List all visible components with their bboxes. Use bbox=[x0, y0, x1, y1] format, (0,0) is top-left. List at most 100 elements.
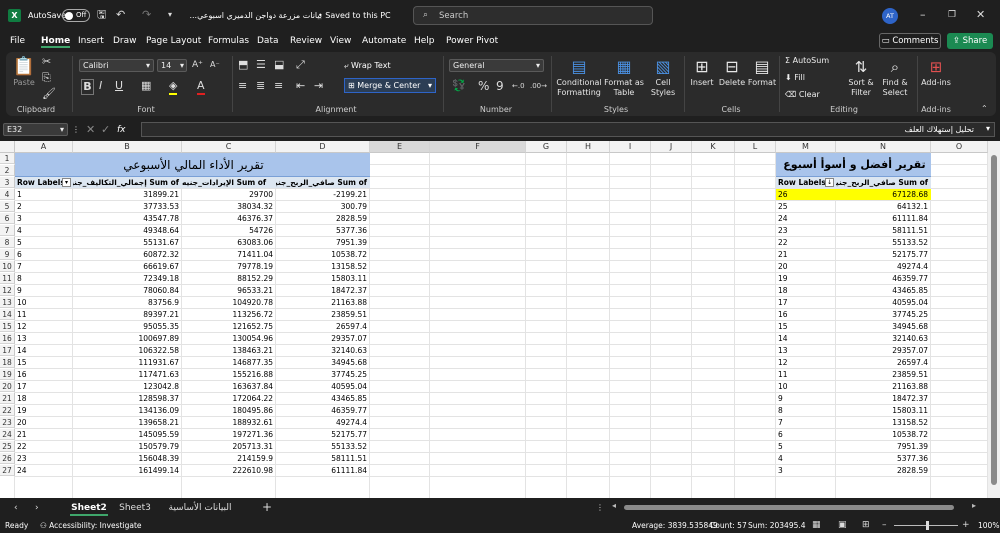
pivot1-revenue-cell[interactable]: 96533.21 bbox=[182, 285, 276, 296]
share-button[interactable]: ⇪ Share bbox=[947, 33, 993, 49]
redo-icon[interactable]: ↷ bbox=[142, 8, 151, 22]
pivot2-profit-cell[interactable]: 49274.4 bbox=[836, 261, 931, 272]
font-size-select[interactable]: 14 ▾ bbox=[157, 59, 187, 72]
pivot1-row-label[interactable]: 8 bbox=[15, 273, 73, 284]
pivot1-profit-cell[interactable]: 32140.63 bbox=[276, 345, 370, 356]
row-header-8[interactable]: 8 bbox=[0, 237, 15, 248]
currency-icon[interactable]: 💱 bbox=[452, 79, 466, 93]
pivot1-cost-cell[interactable]: 55131.67 bbox=[73, 237, 182, 248]
pivot1-revenue-cell[interactable]: 155216.88 bbox=[182, 369, 276, 380]
format-cells-button[interactable]: ▤ Format bbox=[747, 56, 777, 88]
column-header-m[interactable]: M bbox=[776, 141, 836, 153]
pivot1-profit-cell[interactable]: 5377.36 bbox=[276, 225, 370, 236]
pivot2-profit-cell[interactable]: 61111.84 bbox=[836, 213, 931, 224]
fill-button[interactable]: ⬇ Fill bbox=[785, 73, 805, 82]
pivot1-revenue-cell[interactable]: 163637.84 bbox=[182, 381, 276, 392]
ribbon-tab-file[interactable]: File bbox=[10, 36, 25, 46]
pivot2-profit-cell[interactable]: 67128.68 bbox=[836, 189, 931, 200]
pivot1-row-label[interactable]: 23 bbox=[15, 453, 73, 464]
pivot2-row-label[interactable]: 20 bbox=[776, 261, 836, 272]
collapse-ribbon-icon[interactable]: ⌃ bbox=[981, 102, 988, 116]
pivot1-row-label[interactable]: 17 bbox=[15, 381, 73, 392]
pivot2-profit-cell[interactable]: 23859.51 bbox=[836, 369, 931, 380]
find-select-button[interactable]: ⌕ Find & Select bbox=[879, 56, 911, 98]
row-header-20[interactable]: 20 bbox=[0, 381, 15, 392]
conditional-formatting-button[interactable]: ▤ Conditional Formatting bbox=[556, 56, 602, 98]
pivot1-cost-cell[interactable]: 72349.18 bbox=[73, 273, 182, 284]
row-header-25[interactable]: 25 bbox=[0, 441, 15, 452]
pivot1-profit-cell[interactable]: 46359.77 bbox=[276, 405, 370, 416]
pivot1-row-label[interactable]: 1 bbox=[15, 189, 73, 200]
next-sheet-icon[interactable]: › bbox=[35, 501, 39, 515]
column-header-o[interactable]: O bbox=[931, 141, 988, 153]
row-header-14[interactable]: 14 bbox=[0, 309, 15, 320]
row-header-3[interactable]: 3 bbox=[0, 177, 15, 188]
pivot1-row-label[interactable]: 21 bbox=[15, 429, 73, 440]
row-header-21[interactable]: 21 bbox=[0, 393, 15, 404]
pivot1-revenue-cell[interactable]: 180495.86 bbox=[182, 405, 276, 416]
pivot1-cost-cell[interactable]: 43547.78 bbox=[73, 213, 182, 224]
ribbon-tab-automate[interactable]: Automate bbox=[362, 36, 406, 46]
pivot2-profit-cell[interactable]: 18472.37 bbox=[836, 393, 931, 404]
column-header-d[interactable]: D bbox=[276, 141, 370, 153]
decrease-decimal-icon[interactable]: .00→ bbox=[530, 79, 547, 93]
pivot2-profit-cell[interactable]: 2828.59 bbox=[836, 465, 931, 476]
pivot1-header-costs[interactable]: Sum of إجمالي_التكاليف_جنيه bbox=[73, 177, 182, 188]
align-left-icon[interactable]: ≡ bbox=[238, 79, 247, 93]
row-header-9[interactable]: 9 bbox=[0, 249, 15, 260]
pivot1-cost-cell[interactable]: 66619.67 bbox=[73, 261, 182, 272]
row-header-1[interactable]: 1 bbox=[0, 153, 15, 164]
comments-button[interactable]: ▭ Comments bbox=[879, 33, 941, 49]
select-all-corner[interactable] bbox=[0, 141, 15, 153]
pivot1-profit-cell[interactable]: 37745.25 bbox=[276, 369, 370, 380]
close-icon[interactable]: ✕ bbox=[976, 8, 985, 22]
h-scroll-thumb[interactable] bbox=[624, 505, 954, 510]
column-header-f[interactable]: F bbox=[430, 141, 526, 153]
accessibility-status[interactable]: ⚇ Accessibility: Investigate bbox=[40, 521, 142, 530]
pivot1-revenue-cell[interactable]: 222610.98 bbox=[182, 465, 276, 476]
format-as-table-button[interactable]: ▦ Format as Table bbox=[604, 56, 644, 98]
pivot2-row-label[interactable]: 15 bbox=[776, 321, 836, 332]
increase-font-icon[interactable]: A⁺ bbox=[192, 58, 203, 72]
pivot2-profit-cell[interactable]: 10538.72 bbox=[836, 429, 931, 440]
pivot1-header-revenue[interactable]: Sum of الإيرادات_جنيه bbox=[182, 177, 276, 188]
pivot2-row-label[interactable]: 14 bbox=[776, 333, 836, 344]
pivot2-profit-cell[interactable]: 52175.77 bbox=[836, 249, 931, 260]
pivot2-row-label[interactable]: 18 bbox=[776, 285, 836, 296]
pivot1-revenue-cell[interactable]: 188932.61 bbox=[182, 417, 276, 428]
pivot2-row-label[interactable]: 11 bbox=[776, 369, 836, 380]
pivot2-row-label[interactable]: 21 bbox=[776, 249, 836, 260]
ribbon-tab-review[interactable]: Review bbox=[290, 36, 322, 46]
pivot2-profit-cell[interactable]: 13158.52 bbox=[836, 417, 931, 428]
zoom-slider-thumb[interactable] bbox=[926, 521, 929, 530]
confirm-formula-icon[interactable]: ✓ bbox=[101, 123, 110, 137]
indent-decrease-icon[interactable]: ⇤ bbox=[296, 79, 305, 93]
pivot1-revenue-cell[interactable]: 205713.31 bbox=[182, 441, 276, 452]
name-box[interactable]: E32 ▾ bbox=[3, 123, 68, 136]
minimize-icon[interactable]: – bbox=[920, 8, 926, 22]
pivot1-revenue-cell[interactable]: 88152.29 bbox=[182, 273, 276, 284]
orientation-icon[interactable]: ⤢ bbox=[296, 58, 305, 72]
pivot1-row-label[interactable]: 10 bbox=[15, 297, 73, 308]
paste-button[interactable]: 📋 Paste bbox=[11, 56, 37, 88]
pivot1-cost-cell[interactable]: 95055.35 bbox=[73, 321, 182, 332]
align-middle-icon[interactable]: ☰ bbox=[256, 58, 266, 72]
pivot1-revenue-cell[interactable]: 104920.78 bbox=[182, 297, 276, 308]
pivot2-row-label[interactable]: 3 bbox=[776, 465, 836, 476]
row-header-10[interactable]: 10 bbox=[0, 261, 15, 272]
pivot2-profit-cell[interactable]: 46359.77 bbox=[836, 273, 931, 284]
pivot1-row-label[interactable]: 13 bbox=[15, 333, 73, 344]
ribbon-tab-view[interactable]: View bbox=[330, 36, 351, 46]
pivot1-revenue-cell[interactable]: 29700 bbox=[182, 189, 276, 200]
pivot1-row-label[interactable]: 20 bbox=[15, 417, 73, 428]
pivot1-cost-cell[interactable]: 156048.39 bbox=[73, 453, 182, 464]
column-header-k[interactable]: K bbox=[692, 141, 735, 153]
ribbon-tab-home[interactable]: Home bbox=[41, 36, 71, 48]
pivot2-profit-cell[interactable]: 21163.88 bbox=[836, 381, 931, 392]
pivot1-profit-cell[interactable]: 7951.39 bbox=[276, 237, 370, 248]
ribbon-tab-power-pivot[interactable]: Power Pivot bbox=[446, 36, 498, 46]
filter-dropdown-icon[interactable]: ▾ bbox=[62, 178, 71, 187]
pivot1-revenue-cell[interactable]: 138463.21 bbox=[182, 345, 276, 356]
pivot2-row-label[interactable]: 16 bbox=[776, 309, 836, 320]
underline-button[interactable]: U bbox=[115, 79, 123, 93]
